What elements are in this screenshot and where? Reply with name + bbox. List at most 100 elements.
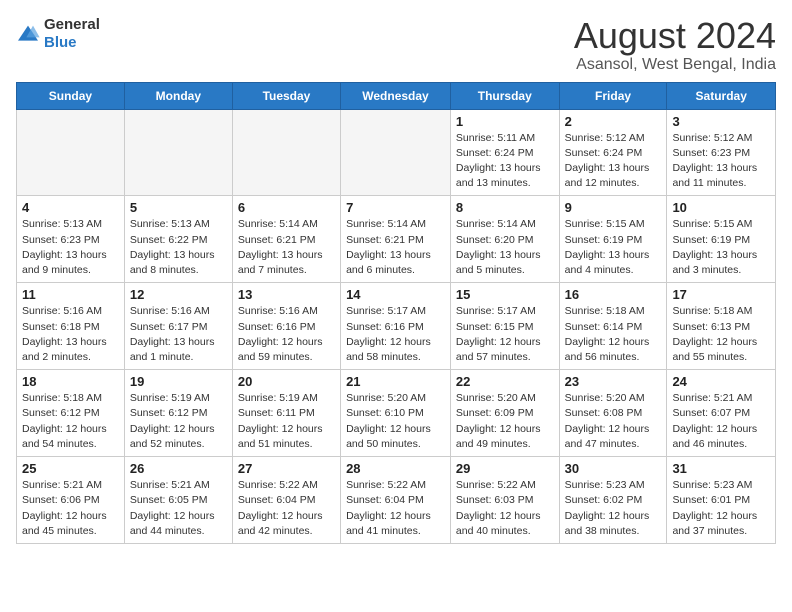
day-cell: 31Sunrise: 5:23 AMSunset: 6:01 PMDayligh… — [667, 457, 776, 544]
day-cell: 19 Sunrise: 5:19 AMSunset: 6:12 PMDayligh… — [124, 370, 232, 457]
day-cell: 28Sunrise: 5:22 AMSunset: 6:04 PMDayligh… — [341, 457, 451, 544]
week-row-1: 1 Sunrise: 5:11 AMSunset: 6:24 PMDaylight… — [17, 109, 776, 196]
week-row-3: 11 Sunrise: 5:16 AMSunset: 6:18 PMDayligh… — [17, 283, 776, 370]
day-number: 19 — [130, 374, 227, 389]
day-info: Sunrise: 5:18 AMSunset: 6:14 PMDaylight:… — [565, 304, 662, 365]
day-info: Sunrise: 5:12 AMSunset: 6:24 PMDaylight:… — [565, 131, 662, 192]
day-cell: 30Sunrise: 5:23 AMSunset: 6:02 PMDayligh… — [559, 457, 667, 544]
day-info: Sunrise: 5:14 AMSunset: 6:21 PMDaylight:… — [346, 217, 445, 278]
day-number: 21 — [346, 374, 445, 389]
day-cell — [124, 109, 232, 196]
day-cell: 18Sunrise: 5:18 AMSunset: 6:12 PMDayligh… — [17, 370, 125, 457]
day-info: Sunrise: 5:22 AMSunset: 6:04 PMDaylight:… — [238, 478, 335, 539]
day-cell: 13 Sunrise: 5:16 AMSunset: 6:16 PMDayligh… — [232, 283, 340, 370]
day-info: Sunrise: 5:12 AMSunset: 6:23 PMDaylight:… — [672, 131, 770, 192]
day-cell: 3 Sunrise: 5:12 AMSunset: 6:23 PMDaylight… — [667, 109, 776, 196]
month-title: August 2024 — [574, 16, 776, 56]
day-info: Sunrise: 5:13 AMSunset: 6:23 PMDaylight:… — [22, 217, 119, 278]
day-info: Sunrise: 5:21 AMSunset: 6:06 PMDaylight:… — [22, 478, 119, 539]
day-info: Sunrise: 5:16 AMSunset: 6:18 PMDaylight:… — [22, 304, 119, 365]
day-cell: 1 Sunrise: 5:11 AMSunset: 6:24 PMDaylight… — [450, 109, 559, 196]
weekday-header-tuesday: Tuesday — [232, 82, 340, 109]
day-number: 23 — [565, 374, 662, 389]
day-cell: 9 Sunrise: 5:15 AMSunset: 6:19 PMDaylight… — [559, 196, 667, 283]
day-cell: 10 Sunrise: 5:15 AMSunset: 6:19 PMDayligh… — [667, 196, 776, 283]
weekday-header-saturday: Saturday — [667, 82, 776, 109]
day-cell — [341, 109, 451, 196]
logo-text: General Blue — [44, 16, 100, 52]
day-info: Sunrise: 5:16 AMSunset: 6:16 PMDaylight:… — [238, 304, 335, 365]
day-info: Sunrise: 5:20 AMSunset: 6:10 PMDaylight:… — [346, 391, 445, 452]
day-number: 14 — [346, 287, 445, 302]
day-cell: 21 Sunrise: 5:20 AMSunset: 6:10 PMDayligh… — [341, 370, 451, 457]
day-cell: 12Sunrise: 5:16 AMSunset: 6:17 PMDayligh… — [124, 283, 232, 370]
day-number: 11 — [22, 287, 119, 302]
day-info: Sunrise: 5:14 AMSunset: 6:21 PMDaylight:… — [238, 217, 335, 278]
weekday-header-sunday: Sunday — [17, 82, 125, 109]
day-info: Sunrise: 5:19 AMSunset: 6:12 PMDaylight:… — [130, 391, 227, 452]
day-number: 1 — [456, 114, 554, 129]
day-info: Sunrise: 5:21 AMSunset: 6:07 PMDaylight:… — [672, 391, 770, 452]
day-number: 5 — [130, 200, 227, 215]
day-info: Sunrise: 5:20 AMSunset: 6:08 PMDaylight:… — [565, 391, 662, 452]
day-info: Sunrise: 5:11 AMSunset: 6:24 PMDaylight:… — [456, 131, 554, 192]
week-row-4: 18Sunrise: 5:18 AMSunset: 6:12 PMDayligh… — [17, 370, 776, 457]
title-area: August 2024 Asansol, West Bengal, India — [574, 16, 776, 74]
day-number: 27 — [238, 461, 335, 476]
day-cell — [17, 109, 125, 196]
logo-general: General — [44, 16, 100, 33]
day-cell: 17 Sunrise: 5:18 AMSunset: 6:13 PMDayligh… — [667, 283, 776, 370]
day-number: 3 — [672, 114, 770, 129]
weekday-header-wednesday: Wednesday — [341, 82, 451, 109]
page-header: General Blue August 2024 Asansol, West B… — [16, 16, 776, 74]
day-info: Sunrise: 5:18 AMSunset: 6:12 PMDaylight:… — [22, 391, 119, 452]
day-cell: 24Sunrise: 5:21 AMSunset: 6:07 PMDayligh… — [667, 370, 776, 457]
day-cell: 15 Sunrise: 5:17 AMSunset: 6:15 PMDayligh… — [450, 283, 559, 370]
day-info: Sunrise: 5:14 AMSunset: 6:20 PMDaylight:… — [456, 217, 554, 278]
day-number: 2 — [565, 114, 662, 129]
day-info: Sunrise: 5:18 AMSunset: 6:13 PMDaylight:… — [672, 304, 770, 365]
day-cell: 5 Sunrise: 5:13 AMSunset: 6:22 PMDaylight… — [124, 196, 232, 283]
calendar-table: SundayMondayTuesdayWednesdayThursdayFrid… — [16, 82, 776, 544]
day-number: 10 — [672, 200, 770, 215]
day-info: Sunrise: 5:19 AMSunset: 6:11 PMDaylight:… — [238, 391, 335, 452]
day-cell: 7 Sunrise: 5:14 AMSunset: 6:21 PMDaylight… — [341, 196, 451, 283]
day-number: 13 — [238, 287, 335, 302]
logo: General Blue — [16, 16, 100, 52]
day-number: 16 — [565, 287, 662, 302]
day-info: Sunrise: 5:23 AMSunset: 6:02 PMDaylight:… — [565, 478, 662, 539]
day-number: 6 — [238, 200, 335, 215]
day-cell: 29Sunrise: 5:22 AMSunset: 6:03 PMDayligh… — [450, 457, 559, 544]
day-info: Sunrise: 5:13 AMSunset: 6:22 PMDaylight:… — [130, 217, 227, 278]
weekday-header-thursday: Thursday — [450, 82, 559, 109]
day-number: 8 — [456, 200, 554, 215]
week-row-2: 4Sunrise: 5:13 AMSunset: 6:23 PMDaylight… — [17, 196, 776, 283]
day-cell: 23 Sunrise: 5:20 AMSunset: 6:08 PMDayligh… — [559, 370, 667, 457]
day-info: Sunrise: 5:20 AMSunset: 6:09 PMDaylight:… — [456, 391, 554, 452]
day-info: Sunrise: 5:17 AMSunset: 6:15 PMDaylight:… — [456, 304, 554, 365]
day-cell: 4Sunrise: 5:13 AMSunset: 6:23 PMDaylight… — [17, 196, 125, 283]
day-cell: 16 Sunrise: 5:18 AMSunset: 6:14 PMDayligh… — [559, 283, 667, 370]
day-number: 26 — [130, 461, 227, 476]
day-cell: 14Sunrise: 5:17 AMSunset: 6:16 PMDayligh… — [341, 283, 451, 370]
day-cell — [232, 109, 340, 196]
day-number: 22 — [456, 374, 554, 389]
weekday-header-friday: Friday — [559, 82, 667, 109]
day-info: Sunrise: 5:21 AMSunset: 6:05 PMDaylight:… — [130, 478, 227, 539]
day-number: 15 — [456, 287, 554, 302]
day-cell: 27 Sunrise: 5:22 AMSunset: 6:04 PMDayligh… — [232, 457, 340, 544]
logo-icon — [16, 24, 40, 44]
day-cell: 2 Sunrise: 5:12 AMSunset: 6:24 PMDaylight… — [559, 109, 667, 196]
day-number: 17 — [672, 287, 770, 302]
day-number: 20 — [238, 374, 335, 389]
week-row-5: 25 Sunrise: 5:21 AMSunset: 6:06 PMDayligh… — [17, 457, 776, 544]
day-number: 9 — [565, 200, 662, 215]
day-number: 7 — [346, 200, 445, 215]
day-number: 25 — [22, 461, 119, 476]
day-info: Sunrise: 5:15 AMSunset: 6:19 PMDaylight:… — [672, 217, 770, 278]
logo-blue: Blue — [44, 34, 77, 51]
day-info: Sunrise: 5:15 AMSunset: 6:19 PMDaylight:… — [565, 217, 662, 278]
location-title: Asansol, West Bengal, India — [574, 56, 776, 74]
day-info: Sunrise: 5:16 AMSunset: 6:17 PMDaylight:… — [130, 304, 227, 365]
day-cell: 20 Sunrise: 5:19 AMSunset: 6:11 PMDayligh… — [232, 370, 340, 457]
